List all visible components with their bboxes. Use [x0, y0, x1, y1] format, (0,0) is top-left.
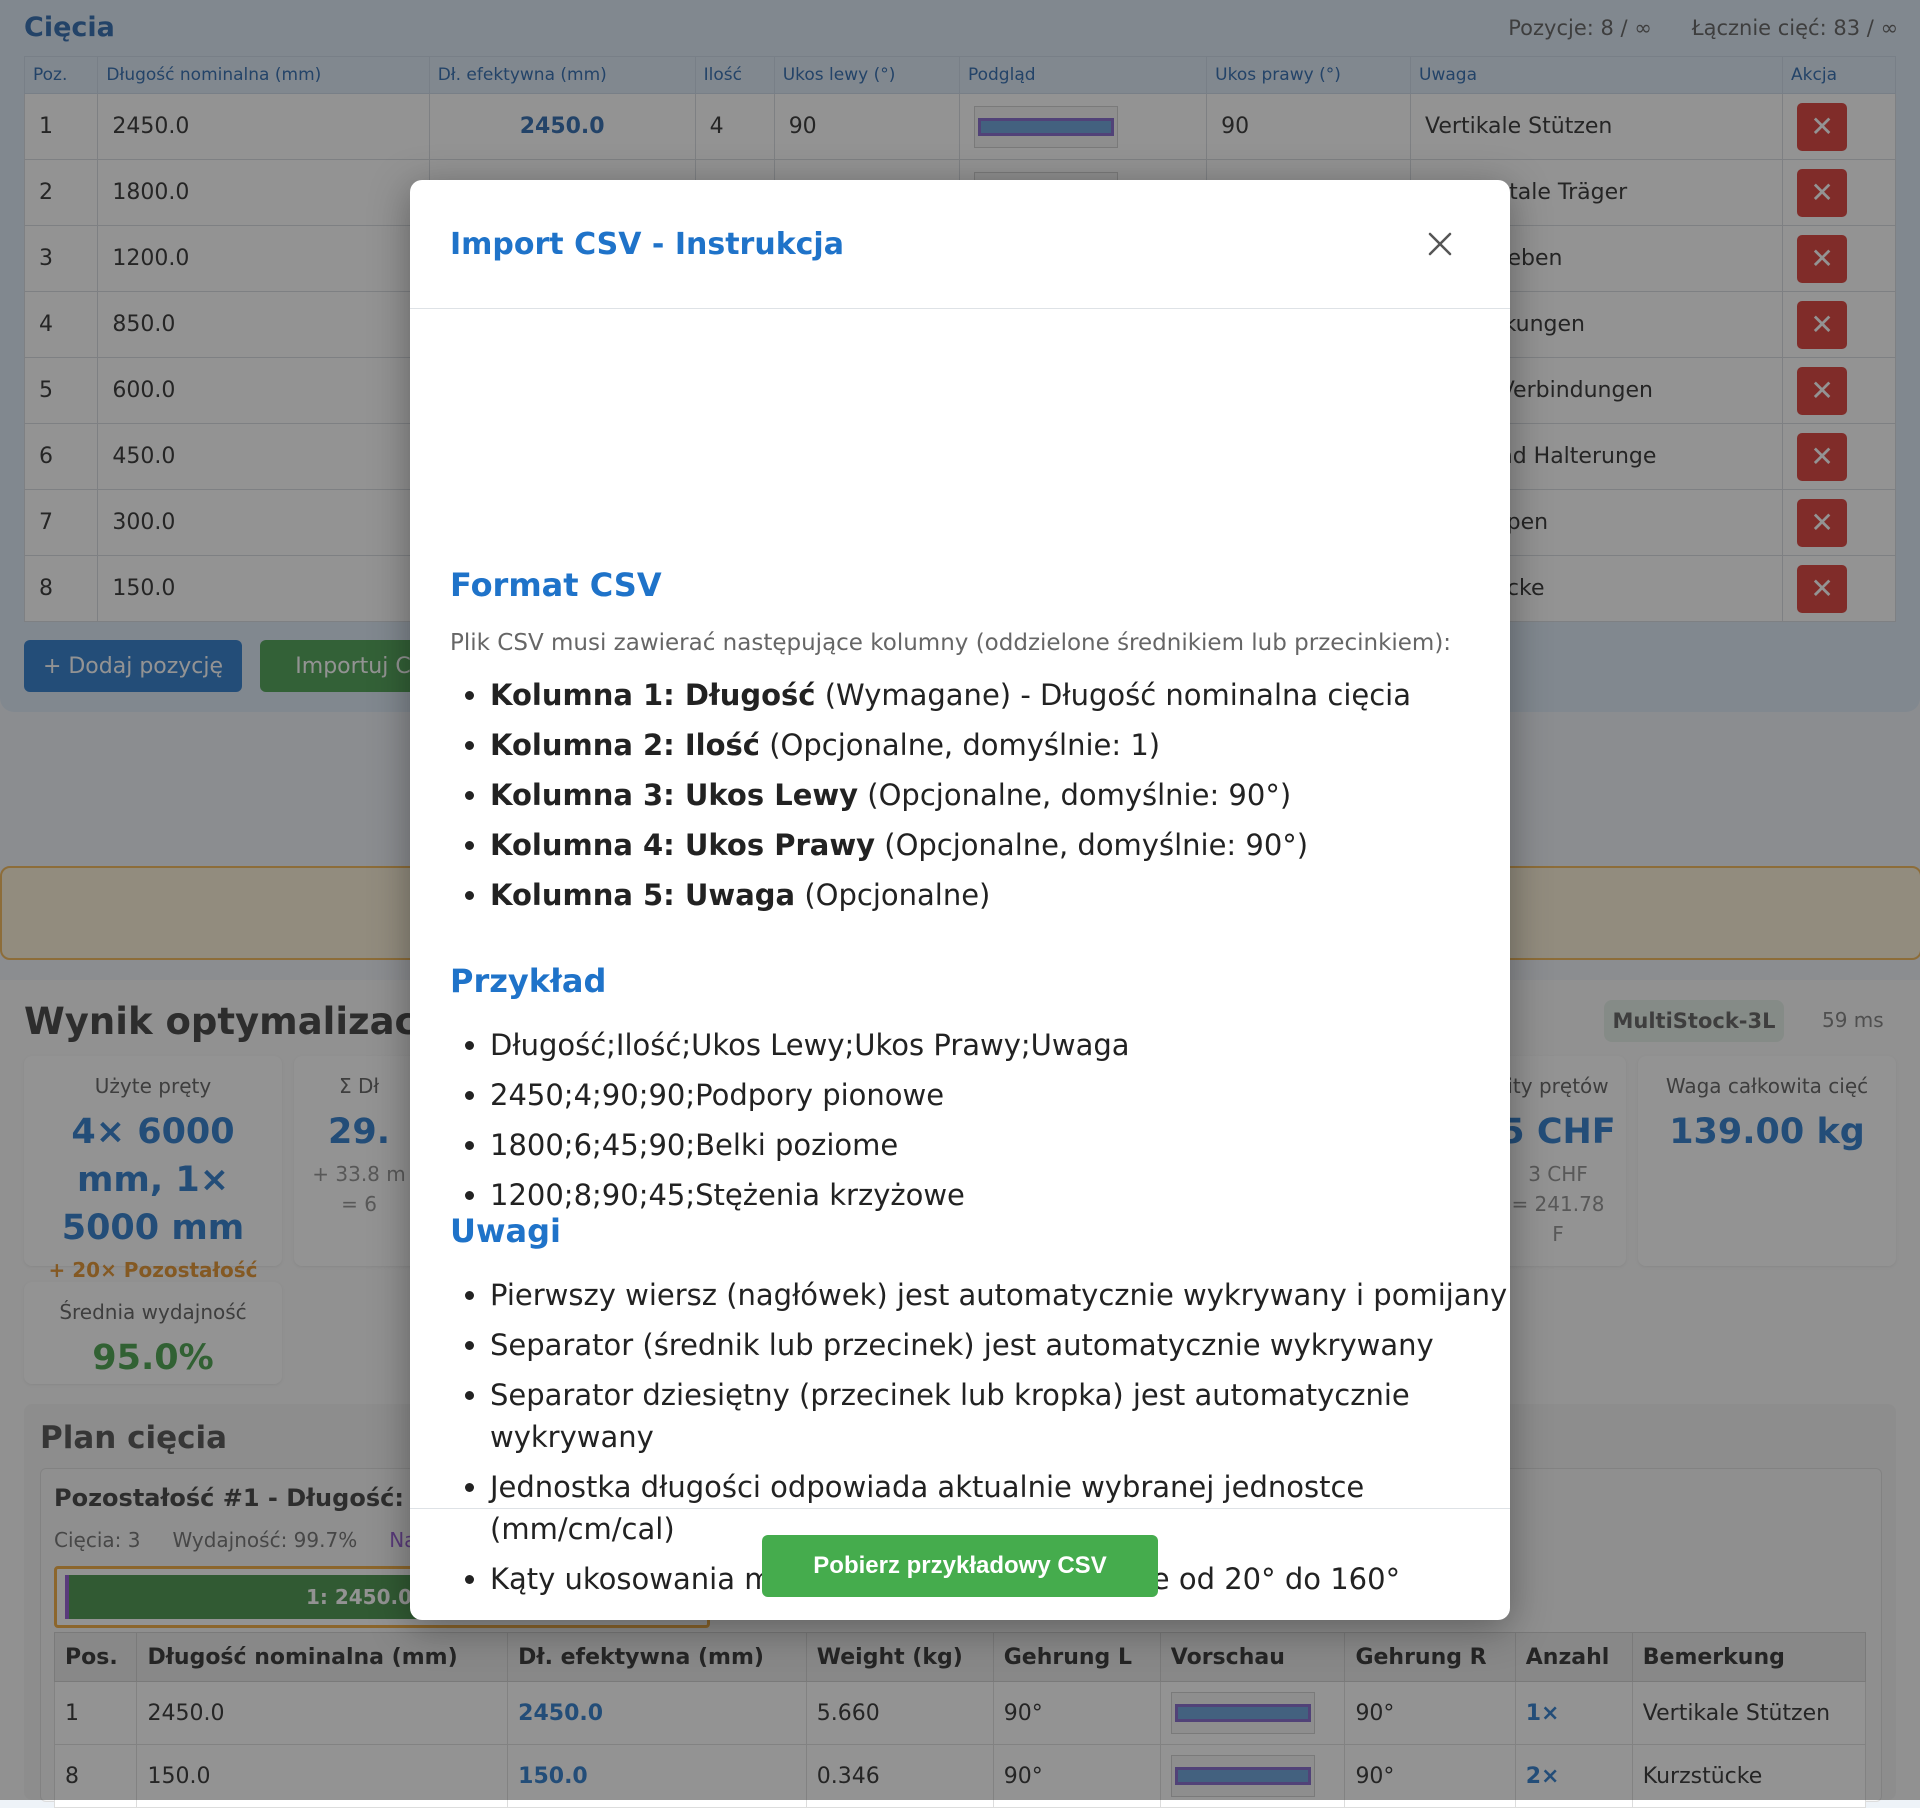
list-item: Kolumna 2: Ilość (Opcjonalne, domyślnie:… — [490, 724, 1510, 766]
list-item: 1800;6;45;90;Belki poziome — [490, 1124, 1510, 1166]
column-name: Kolumna 5: Uwaga — [490, 878, 796, 912]
list-item: Długość;Ilość;Ukos Lewy;Ukos Prawy;Uwaga — [490, 1024, 1510, 1066]
format-column-list: Kolumna 1: Długość (Wymagane) - Długość … — [450, 674, 1510, 924]
list-item: Pierwszy wiersz (nagłówek) jest automaty… — [490, 1274, 1510, 1316]
list-item: 1200;8;90;45;Stężenia krzyżowe — [490, 1174, 1510, 1216]
column-description: (Wymagane) - Długość nominalna cięcia — [815, 678, 1411, 712]
column-description: (Opcjonalne, domyślnie: 90°) — [875, 828, 1309, 862]
list-item: Kolumna 5: Uwaga (Opcjonalne) — [490, 874, 1510, 916]
list-item: Separator dziesiętny (przecinek lub krop… — [490, 1374, 1510, 1458]
format-heading: Format CSV — [450, 566, 662, 604]
example-list: Długość;Ilość;Ukos Lewy;Ukos Prawy;Uwaga… — [450, 1024, 1510, 1224]
column-name: Kolumna 1: Długość — [490, 678, 816, 712]
download-sample-csv-button[interactable]: Pobierz przykładowy CSV — [762, 1535, 1158, 1597]
column-description: (Opcjonalne, domyślnie: 90°) — [858, 778, 1292, 812]
column-description: (Opcjonalne, domyślnie: 1) — [759, 728, 1161, 762]
modal-footer: Pobierz przykładowy CSV — [410, 1508, 1510, 1621]
import-csv-modal: Import CSV - Instrukcja Format CSV Plik … — [410, 180, 1510, 1620]
column-name: Kolumna 2: Ilość — [490, 728, 760, 762]
column-description: (Opcjonalne) — [795, 878, 991, 912]
list-item: Kolumna 1: Długość (Wymagane) - Długość … — [490, 674, 1510, 716]
modal-title: Import CSV - Instrukcja — [450, 227, 844, 262]
column-name: Kolumna 4: Ukos Prawy — [490, 828, 876, 862]
modal-header: Import CSV - Instrukcja — [410, 180, 1510, 309]
example-heading: Przykład — [450, 962, 607, 1000]
list-item: Kolumna 4: Ukos Prawy (Opcjonalne, domyś… — [490, 824, 1510, 866]
format-intro: Plik CSV musi zawierać następujące kolum… — [450, 630, 1452, 656]
close-icon — [1428, 232, 1452, 256]
column-name: Kolumna 3: Ukos Lewy — [490, 778, 859, 812]
list-item: Kolumna 3: Ukos Lewy (Opcjonalne, domyśl… — [490, 774, 1510, 816]
list-item: 2450;4;90;90;Podpory pionowe — [490, 1074, 1510, 1116]
close-button[interactable] — [1422, 226, 1458, 262]
notes-heading: Uwagi — [450, 1212, 562, 1250]
list-item: Separator (średnik lub przecinek) jest a… — [490, 1324, 1510, 1366]
